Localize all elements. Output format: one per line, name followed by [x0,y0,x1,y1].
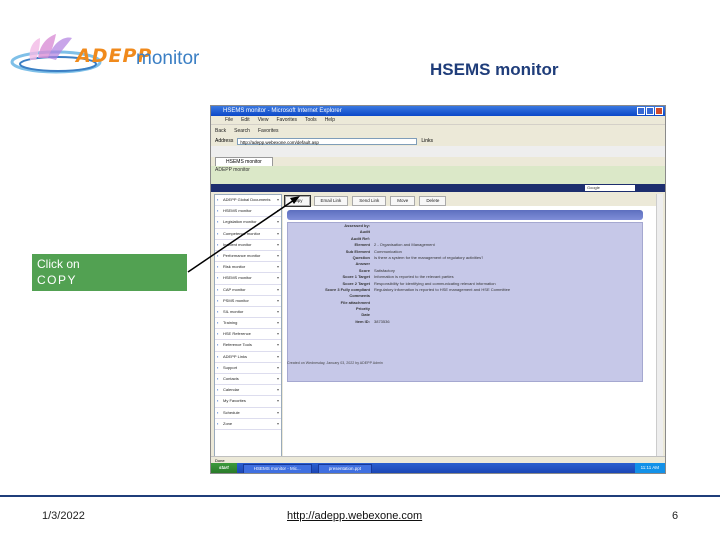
sidebar-item[interactable]: ADEPP Links [215,352,281,363]
sidebar-item[interactable]: HSEMS monitor [215,273,281,285]
menu-help[interactable]: Help [325,116,335,124]
slide-title: HSEMS monitor [430,60,559,79]
site-search-input[interactable]: Google [585,185,635,191]
taskbar-item[interactable]: HSEMS monitor - Mic... [242,464,312,473]
address-input[interactable]: http://adepp.webexone.com/default.asp [237,137,418,145]
field-value: 3873536 [374,318,390,324]
address-bar: Address http://adepp.webexone.com/defaul… [211,136,665,146]
back-button[interactable]: Back [215,125,226,136]
sidebar-item[interactable]: Performance monitor [215,251,281,263]
footer-divider [0,495,720,497]
search-toolbar [211,146,665,157]
footer-date: 1/3/2022 [42,510,85,522]
browser-screenshot: HSEMS monitor - Microsoft Internet Explo… [210,105,666,474]
menu-tools[interactable]: Tools [305,116,317,124]
copy-button[interactable]: Copy [284,195,311,207]
links-label[interactable]: Links [421,136,433,146]
status-bar: Done [211,456,665,463]
close-icon[interactable] [655,107,663,115]
taskbar-clock: 11:11 AM [634,463,665,473]
start-button[interactable]: start [211,463,237,473]
search-button[interactable]: Search [234,125,250,136]
sidebar-item[interactable]: Incident monitor [215,240,281,251]
sidebar-item[interactable]: SIL monitor [215,307,281,319]
taskbar: start HSEMS monitor - Mic... presentatio… [211,463,665,473]
callout-line-2: COPY [37,273,78,287]
maximize-icon[interactable] [646,107,654,115]
sidebar-item[interactable]: Calendar [215,385,281,397]
logo-suffix: monitor [136,48,200,69]
record-footnote: Created on Wednesday, January 03, 2022 b… [287,361,383,365]
sidebar-item[interactable]: Risk monitor [215,262,281,274]
sidebar-item[interactable]: PSMS monitor [215,296,281,307]
sidebar-item[interactable]: HSE Reference [215,329,281,341]
sidebar-item[interactable]: Competence monitor [215,229,281,240]
address-label: Address [215,138,234,144]
taskbar-item[interactable]: presentation.ppt [317,464,373,473]
record-row: Item ID: 3873536 [288,319,642,325]
browser-toolbar: Back Search Favorites [211,124,665,136]
sidebar-item[interactable]: CAP monitor [215,285,281,296]
menu-view[interactable]: View [258,116,269,124]
sidebar-item[interactable]: My Favorites [215,396,281,408]
field-value: Is there a system for the management of … [374,254,484,260]
email-link-button[interactable]: Email Link [313,196,349,206]
record-header-bar [287,210,643,220]
menu-edit[interactable]: Edit [241,116,250,124]
field-value: Regulatory information is reported to HS… [374,286,511,292]
sidebar: ADEPP Global Documents HSEMS monitor Leg… [214,194,282,458]
menu-bar: File Edit View Favorites Tools Help [211,116,665,124]
page-header: ADEPP monitor [211,166,665,184]
record-form: Assessed by: Audit Audit Ref: Element 2 -… [287,222,643,382]
menu-file[interactable]: File [225,116,233,124]
field-label: Item ID: [355,318,370,324]
action-bar: Copy Email Link Send Link Move Delete [283,194,663,207]
sidebar-item[interactable]: HSEMS monitor [215,206,281,218]
page-header-title: ADEPP monitor [215,167,250,173]
move-button[interactable]: Move [390,196,416,206]
footer-url-link[interactable]: http://adepp.webexone.com [287,510,422,522]
delete-button[interactable]: Delete [419,196,447,206]
window-title: HSEMS monitor - Microsoft Internet Explo… [223,108,342,114]
sidebar-item[interactable]: Schedule [215,408,281,419]
sidebar-item[interactable]: Legislation monitor [215,217,281,229]
instruction-callout: Click on COPY [32,254,187,291]
tab-bar: HSEMS monitor [211,157,665,167]
window-titlebar: HSEMS monitor - Microsoft Internet Explo… [211,106,665,116]
minimize-icon[interactable] [637,107,645,115]
sidebar-item[interactable]: Support [215,363,281,374]
page-number: 6 [672,510,679,522]
sidebar-item[interactable]: Contacts [215,374,281,386]
callout-line-1: Click on [37,257,80,271]
sidebar-item[interactable]: Zone [215,419,281,430]
sidebar-item[interactable]: Reference Tools [215,340,281,352]
main-content: Copy Email Link Send Link Move Delete As… [283,194,663,456]
vertical-scrollbar[interactable] [656,194,663,456]
site-navbar: Google [211,184,665,192]
sidebar-item[interactable]: ADEPP Global Documents [215,195,281,207]
sidebar-item[interactable]: Training [215,318,281,330]
menu-favorites[interactable]: Favorites [276,116,297,124]
send-link-button[interactable]: Send Link [352,196,387,206]
favorites-button[interactable]: Favorites [258,125,279,136]
